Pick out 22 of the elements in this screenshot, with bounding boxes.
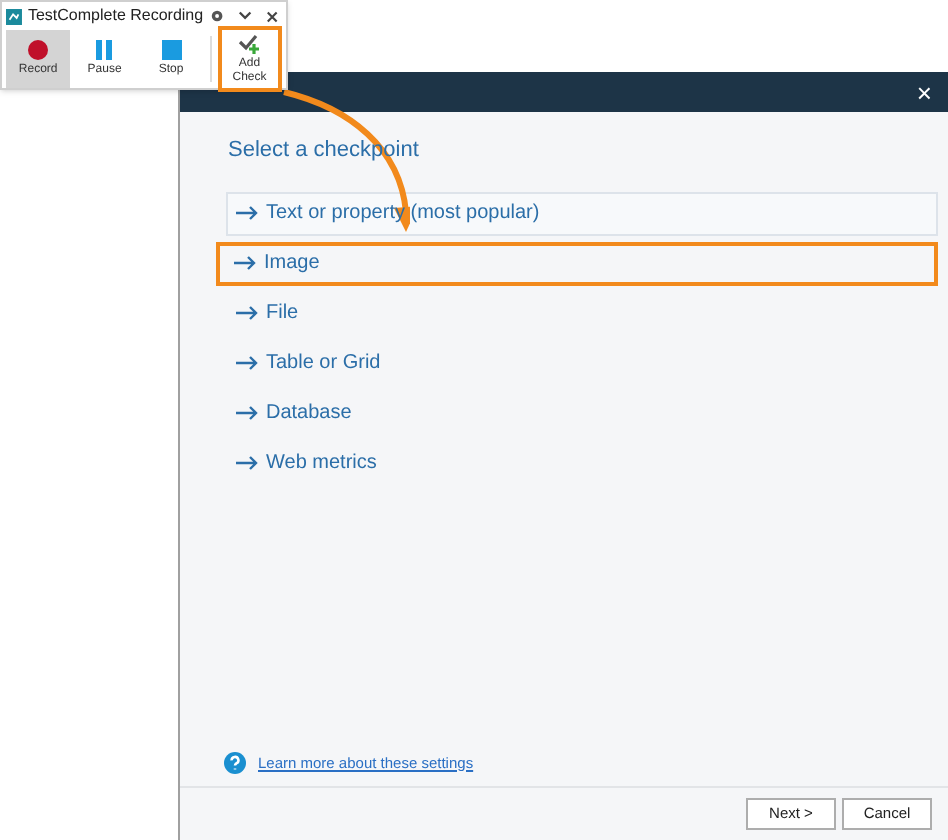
arrow-icon	[236, 456, 258, 470]
checkpoint-option[interactable]: Web metrics	[226, 441, 938, 485]
arrow-icon	[236, 356, 258, 370]
pause-icon	[94, 40, 115, 60]
arrow-icon	[236, 206, 258, 220]
checkpoint-option[interactable]: Database	[226, 391, 938, 435]
checkpoint-option[interactable]: File	[226, 291, 938, 335]
window-title: TestComplete Recording	[27, 4, 204, 28]
record-icon	[28, 40, 49, 60]
arrow-icon	[236, 406, 258, 420]
stop-icon	[161, 40, 181, 60]
help-icon	[224, 751, 246, 774]
arrow-icon	[236, 306, 258, 320]
close-button[interactable]: ×	[916, 79, 932, 105]
app-icon	[6, 7, 22, 25]
close-icon[interactable]	[265, 9, 278, 23]
chevron-icon[interactable]	[237, 10, 252, 22]
checkpoint-option[interactable]: Image	[216, 241, 938, 285]
check-plus-icon	[238, 33, 261, 53]
settings-icon[interactable]	[209, 8, 224, 24]
arrow-icon	[234, 256, 256, 270]
checkpoint-option[interactable]: Table or Grid	[226, 341, 938, 385]
